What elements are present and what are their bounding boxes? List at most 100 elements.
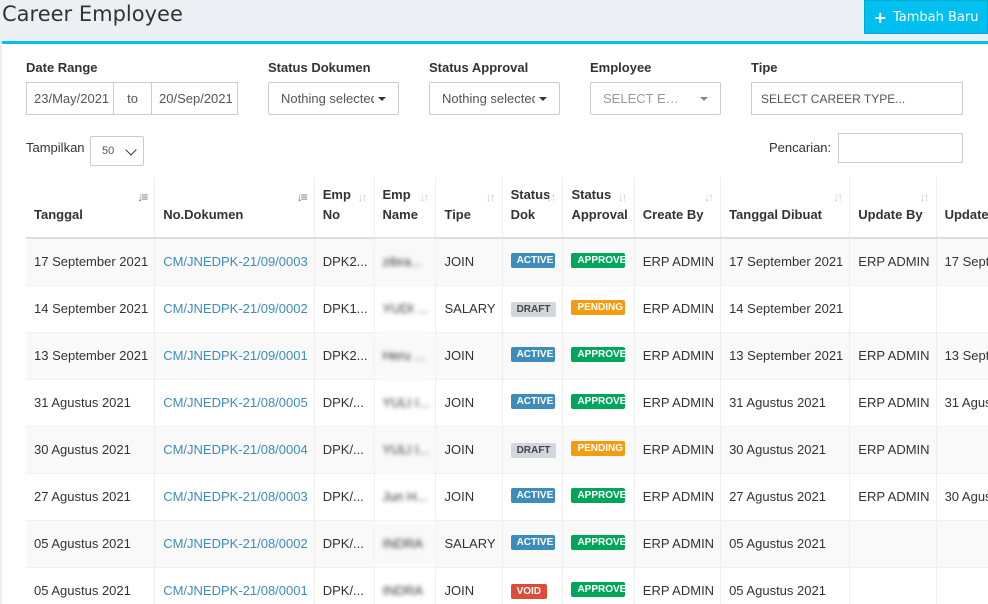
status-approval-badge: PENDING (571, 299, 626, 315)
cell-status-dok: ACTIVE (502, 472, 564, 520)
column-header[interactable]: Update Date↓↑ (936, 177, 988, 239)
column-header[interactable]: Status Dok ↓↑ (502, 177, 564, 239)
table-row: 14 September 2021 CM/JNEDPK-21/09/0002 DPK… (26, 284, 988, 332)
column-header[interactable]: Update By ↓↑ (849, 177, 937, 239)
cell-emp-no: DPK2... (314, 237, 375, 285)
cell-tipe: JOIN (435, 566, 503, 604)
status-approval-badge: APPROVED (571, 534, 626, 550)
cell-update-by: ERP ADMIN (849, 331, 937, 379)
page-size-value: 50 (102, 145, 115, 157)
page-size-select[interactable]: 50 (90, 136, 144, 166)
cell-tanggal-dibuat: 05 Agustus 2021 (720, 566, 851, 604)
cell-emp-no: DPK1... (314, 284, 375, 332)
status-approval-select[interactable]: Nothing selected (429, 82, 560, 115)
sort-icon: ↓≡ (296, 190, 308, 204)
cell-tipe: JOIN (435, 237, 503, 285)
cell-tipe: JOIN (435, 472, 503, 520)
doc-link[interactable]: CM/JNEDPK-21/08/0001 (154, 566, 315, 604)
doc-link[interactable]: CM/JNEDPK-21/09/0002 (154, 284, 315, 332)
cell-update-by (849, 566, 937, 604)
cell-emp-name: zibra... (374, 237, 437, 285)
column-header[interactable]: Create By ↓↑ (634, 177, 722, 239)
cell-create-by: ERP ADMIN (634, 331, 722, 379)
column-header[interactable]: Tipe ↓↑ (435, 177, 503, 239)
status-dok-badge: ACTIVE (510, 252, 555, 268)
cell-tanggal: 14 September 2021 (26, 284, 156, 332)
table-row: 13 September 2021 CM/JNEDPK-21/09/0001 DPK… (26, 331, 988, 379)
career-type-select[interactable]: SELECT CAREER TYPE... (751, 82, 963, 115)
doc-link[interactable]: CM/JNEDPK-21/08/0005 (154, 378, 315, 426)
column-header[interactable]: No.Dokumen ↓≡ (154, 177, 315, 239)
cell-update-date (936, 519, 988, 567)
page-title: Career Employee (2, 2, 183, 26)
cell-update-by: ERP ADMIN (849, 425, 937, 473)
doc-link[interactable]: CM/JNEDPK-21/08/0002 (154, 519, 315, 567)
cell-tipe: JOIN (435, 378, 503, 426)
column-header[interactable]: Emp Name ↓↑ (374, 177, 437, 239)
date-from-input[interactable]: 23/May/2021 (26, 82, 114, 115)
cell-status-approval: PENDING (562, 284, 635, 332)
table-row: 05 Agustus 2021 CM/JNEDPK-21/08/0001 DPK/.… (26, 566, 988, 604)
sort-icon: ↓↑ (919, 190, 930, 204)
doc-link[interactable]: CM/JNEDPK-21/09/0003 (154, 237, 315, 285)
status-dok-badge: VOID (510, 584, 548, 600)
cell-tanggal: 13 September 2021 (26, 331, 156, 379)
cell-status-approval: APPROVED (562, 378, 635, 426)
cell-tipe: JOIN (435, 331, 503, 379)
column-header-label: Status Dok (510, 187, 551, 222)
cell-emp-name: YULI I... (374, 378, 437, 426)
status-dok-badge: DRAFT (510, 443, 557, 458)
employee-select[interactable]: SELECT EMPLOYEE (590, 82, 721, 115)
search-label: Pencarian: (769, 140, 832, 155)
cell-create-by: ERP ADMIN (634, 378, 722, 426)
search-input[interactable] (838, 133, 963, 163)
cell-update-by: ERP ADMIN (849, 237, 937, 285)
table-row: 30 Agustus 2021 CM/JNEDPK-21/08/0004 DPK/.… (26, 425, 988, 473)
cell-status-approval: APPROVED (562, 472, 635, 520)
sort-icon: ↓↑ (704, 190, 714, 204)
column-header[interactable]: Tanggal Dibuat ↓↑ (720, 177, 851, 239)
show-label: Tampilkan (26, 140, 85, 155)
status-dokumen-select[interactable]: Nothing selected (268, 82, 399, 115)
cell-emp-no: DPK/... (314, 519, 375, 567)
sort-icon: ↓↑ (833, 190, 843, 204)
column-header[interactable]: Status Approval ↓↑ (562, 177, 635, 239)
status-approval-label: Status Approval (429, 60, 529, 75)
cell-tanggal-dibuat: 14 September 2021 (720, 284, 851, 332)
status-approval-badge: APPROVED (571, 581, 626, 597)
caret-down-icon (378, 97, 386, 101)
cell-create-by: ERP ADMIN (634, 519, 722, 567)
cell-create-by: ERP ADMIN (634, 284, 722, 332)
cell-create-by: ERP ADMIN (634, 472, 722, 520)
sort-icon: ↓↑ (419, 190, 429, 204)
date-to-addon: to (113, 82, 152, 115)
cell-tanggal-dibuat: 17 September 2021 (720, 237, 851, 285)
cell-status-dok: ACTIVE (502, 378, 564, 426)
add-new-button[interactable]: + Tambah Baru (864, 0, 988, 34)
column-header[interactable]: Tanggal ↓≡ (26, 177, 156, 239)
cell-tipe: SALARY (435, 519, 503, 567)
cell-update-date (936, 566, 988, 604)
doc-link[interactable]: CM/JNEDPK-21/08/0004 (154, 425, 315, 473)
cell-emp-no: DPK/... (314, 472, 375, 520)
status-approval-badge: APPROVED (571, 346, 626, 362)
cell-update-by (849, 519, 937, 567)
cell-emp-name: YUDI ... (374, 284, 437, 332)
cell-emp-name: Heru ... (374, 331, 437, 379)
date-to-input[interactable]: 20/Sep/2021 (151, 82, 238, 115)
column-header[interactable]: Emp No ↓↑ (314, 177, 375, 239)
column-header-label: Emp No (322, 187, 351, 222)
cell-tanggal-dibuat: 13 September 2021 (720, 331, 851, 379)
doc-link[interactable]: CM/JNEDPK-21/08/0003 (154, 472, 315, 520)
cell-create-by: ERP ADMIN (634, 425, 722, 473)
doc-link[interactable]: CM/JNEDPK-21/09/0001 (154, 331, 315, 379)
chevron-down-icon (125, 144, 137, 156)
column-header-label: Tipe (444, 207, 471, 222)
cell-status-approval: APPROVED (562, 237, 635, 285)
cell-tanggal: 27 Agustus 2021 (26, 472, 156, 520)
cell-tanggal: 17 September 2021 (26, 237, 156, 285)
table-header-row: Tanggal ↓≡ No.Dokumen ↓≡ Emp No ↓↑ Emp Name ↓↑ T… (26, 177, 988, 239)
add-new-label: Tambah Baru (892, 9, 979, 25)
cell-emp-no: DPK2... (314, 331, 375, 379)
column-header-label: Tanggal (34, 207, 83, 222)
